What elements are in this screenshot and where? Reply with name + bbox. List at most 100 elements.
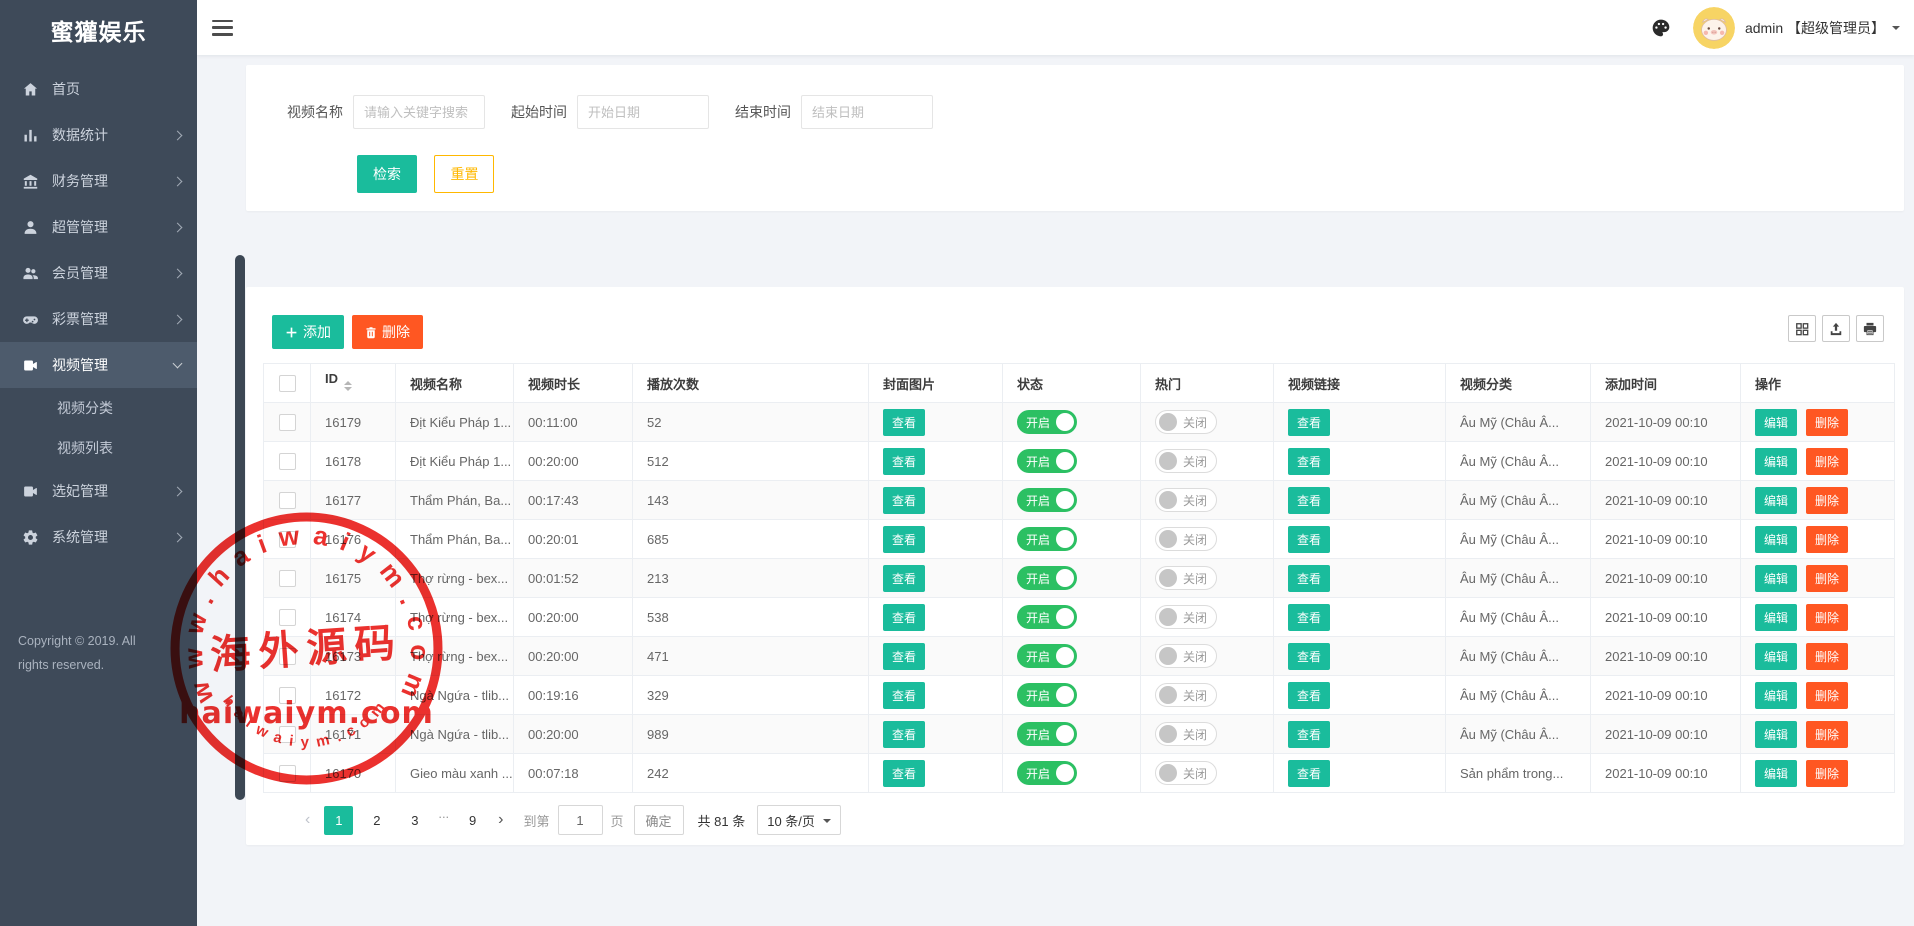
sidebar-item[interactable]: 视频列表	[0, 428, 197, 468]
sidebar-item[interactable]: 视频管理	[0, 342, 197, 388]
hot-toggle[interactable]: 关闭	[1155, 449, 1217, 473]
delete-button[interactable]: 删除	[1806, 448, 1848, 475]
row-checkbox[interactable]	[279, 687, 296, 704]
hamburger-icon[interactable]	[212, 20, 233, 36]
delete-button[interactable]: 删除	[1806, 409, 1848, 436]
status-toggle[interactable]: 开启	[1017, 683, 1077, 707]
page-number[interactable]: 9	[458, 806, 487, 835]
row-checkbox[interactable]	[279, 765, 296, 782]
view-cover-button[interactable]: 查看	[883, 721, 925, 748]
confirm-button[interactable]: 确定	[634, 805, 684, 835]
hot-toggle[interactable]: 关闭	[1155, 488, 1217, 512]
columns-filter-icon[interactable]	[1788, 315, 1816, 342]
theme-palette-icon[interactable]	[1651, 18, 1671, 38]
status-toggle[interactable]: 开启	[1017, 722, 1077, 746]
sidebar-item[interactable]: 彩票管理	[0, 296, 197, 342]
sidebar-item[interactable]: 视频分类	[0, 388, 197, 428]
prev-page-icon[interactable]: ‹	[305, 812, 310, 828]
video-name-input[interactable]	[353, 95, 485, 129]
view-link-button[interactable]: 查看	[1288, 565, 1330, 592]
delete-button[interactable]: 删除	[1806, 643, 1848, 670]
hot-toggle[interactable]: 关闭	[1155, 683, 1217, 707]
hot-toggle[interactable]: 关闭	[1155, 566, 1217, 590]
view-cover-button[interactable]: 查看	[883, 682, 925, 709]
delete-button[interactable]: 删除	[1806, 682, 1848, 709]
hot-toggle[interactable]: 关闭	[1155, 761, 1217, 785]
export-icon[interactable]	[1822, 315, 1850, 342]
row-checkbox[interactable]	[279, 531, 296, 548]
end-date-input[interactable]	[801, 95, 933, 129]
edit-button[interactable]: 编辑	[1755, 409, 1797, 436]
view-link-button[interactable]: 查看	[1288, 526, 1330, 553]
row-checkbox[interactable]	[279, 726, 296, 743]
delete-button[interactable]: 删除	[1806, 565, 1848, 592]
print-icon[interactable]	[1856, 315, 1884, 342]
sidebar-item[interactable]: 系统管理	[0, 514, 197, 560]
reset-button[interactable]: 重置	[434, 155, 494, 193]
sidebar-item[interactable]: 超管管理	[0, 204, 197, 250]
goto-page-input[interactable]	[558, 805, 603, 835]
batch-delete-button[interactable]: 删除	[352, 315, 423, 349]
view-link-button[interactable]: 查看	[1288, 604, 1330, 631]
edit-button[interactable]: 编辑	[1755, 760, 1797, 787]
view-link-button[interactable]: 查看	[1288, 643, 1330, 670]
sidebar-item[interactable]: 数据统计	[0, 112, 197, 158]
page-size-select[interactable]: 10 条/页	[757, 805, 841, 835]
row-checkbox[interactable]	[279, 453, 296, 470]
page-number[interactable]: 3	[400, 806, 429, 835]
status-toggle[interactable]: 开启	[1017, 644, 1077, 668]
edit-button[interactable]: 编辑	[1755, 604, 1797, 631]
view-link-button[interactable]: 查看	[1288, 682, 1330, 709]
delete-button[interactable]: 删除	[1806, 760, 1848, 787]
sidebar-item[interactable]: 会员管理	[0, 250, 197, 296]
view-link-button[interactable]: 查看	[1288, 721, 1330, 748]
row-checkbox[interactable]	[279, 492, 296, 509]
edit-button[interactable]: 编辑	[1755, 487, 1797, 514]
edit-button[interactable]: 编辑	[1755, 526, 1797, 553]
admin-label[interactable]: admin 【超级管理员】	[1745, 18, 1885, 38]
page-number[interactable]: 1	[324, 806, 353, 835]
delete-button[interactable]: 删除	[1806, 487, 1848, 514]
status-toggle[interactable]: 开启	[1017, 410, 1077, 434]
hot-toggle[interactable]: 关闭	[1155, 722, 1217, 746]
view-cover-button[interactable]: 查看	[883, 448, 925, 475]
hot-toggle[interactable]: 关闭	[1155, 527, 1217, 551]
edit-button[interactable]: 编辑	[1755, 682, 1797, 709]
select-all-checkbox[interactable]	[279, 375, 296, 392]
edit-button[interactable]: 编辑	[1755, 448, 1797, 475]
view-link-button[interactable]: 查看	[1288, 448, 1330, 475]
search-button[interactable]: 检索	[357, 155, 417, 193]
next-page-icon[interactable]: ›	[498, 812, 503, 828]
status-toggle[interactable]: 开启	[1017, 449, 1077, 473]
view-link-button[interactable]: 查看	[1288, 409, 1330, 436]
hot-toggle[interactable]: 关闭	[1155, 644, 1217, 668]
view-cover-button[interactable]: 查看	[883, 760, 925, 787]
view-cover-button[interactable]: 查看	[883, 565, 925, 592]
view-cover-button[interactable]: 查看	[883, 526, 925, 553]
row-checkbox[interactable]	[279, 609, 296, 626]
view-cover-button[interactable]: 查看	[883, 604, 925, 631]
sort-icon[interactable]	[344, 377, 352, 395]
hot-toggle[interactable]: 关闭	[1155, 410, 1217, 434]
sidebar-item[interactable]: 首页	[0, 66, 197, 112]
edit-button[interactable]: 编辑	[1755, 721, 1797, 748]
status-toggle[interactable]: 开启	[1017, 761, 1077, 785]
edit-button[interactable]: 编辑	[1755, 565, 1797, 592]
delete-button[interactable]: 删除	[1806, 721, 1848, 748]
start-date-input[interactable]	[577, 95, 709, 129]
sidebar-item[interactable]: 财务管理	[0, 158, 197, 204]
sidebar-item[interactable]: 选妃管理	[0, 468, 197, 514]
view-link-button[interactable]: 查看	[1288, 487, 1330, 514]
row-checkbox[interactable]	[279, 414, 296, 431]
status-toggle[interactable]: 开启	[1017, 527, 1077, 551]
view-cover-button[interactable]: 查看	[883, 409, 925, 436]
vertical-scrollbar[interactable]	[235, 255, 245, 800]
row-checkbox[interactable]	[279, 570, 296, 587]
page-number[interactable]: 2	[362, 806, 391, 835]
status-toggle[interactable]: 开启	[1017, 566, 1077, 590]
delete-button[interactable]: 删除	[1806, 526, 1848, 553]
row-checkbox[interactable]	[279, 648, 296, 665]
view-cover-button[interactable]: 查看	[883, 487, 925, 514]
avatar[interactable]	[1693, 7, 1735, 49]
view-cover-button[interactable]: 查看	[883, 643, 925, 670]
